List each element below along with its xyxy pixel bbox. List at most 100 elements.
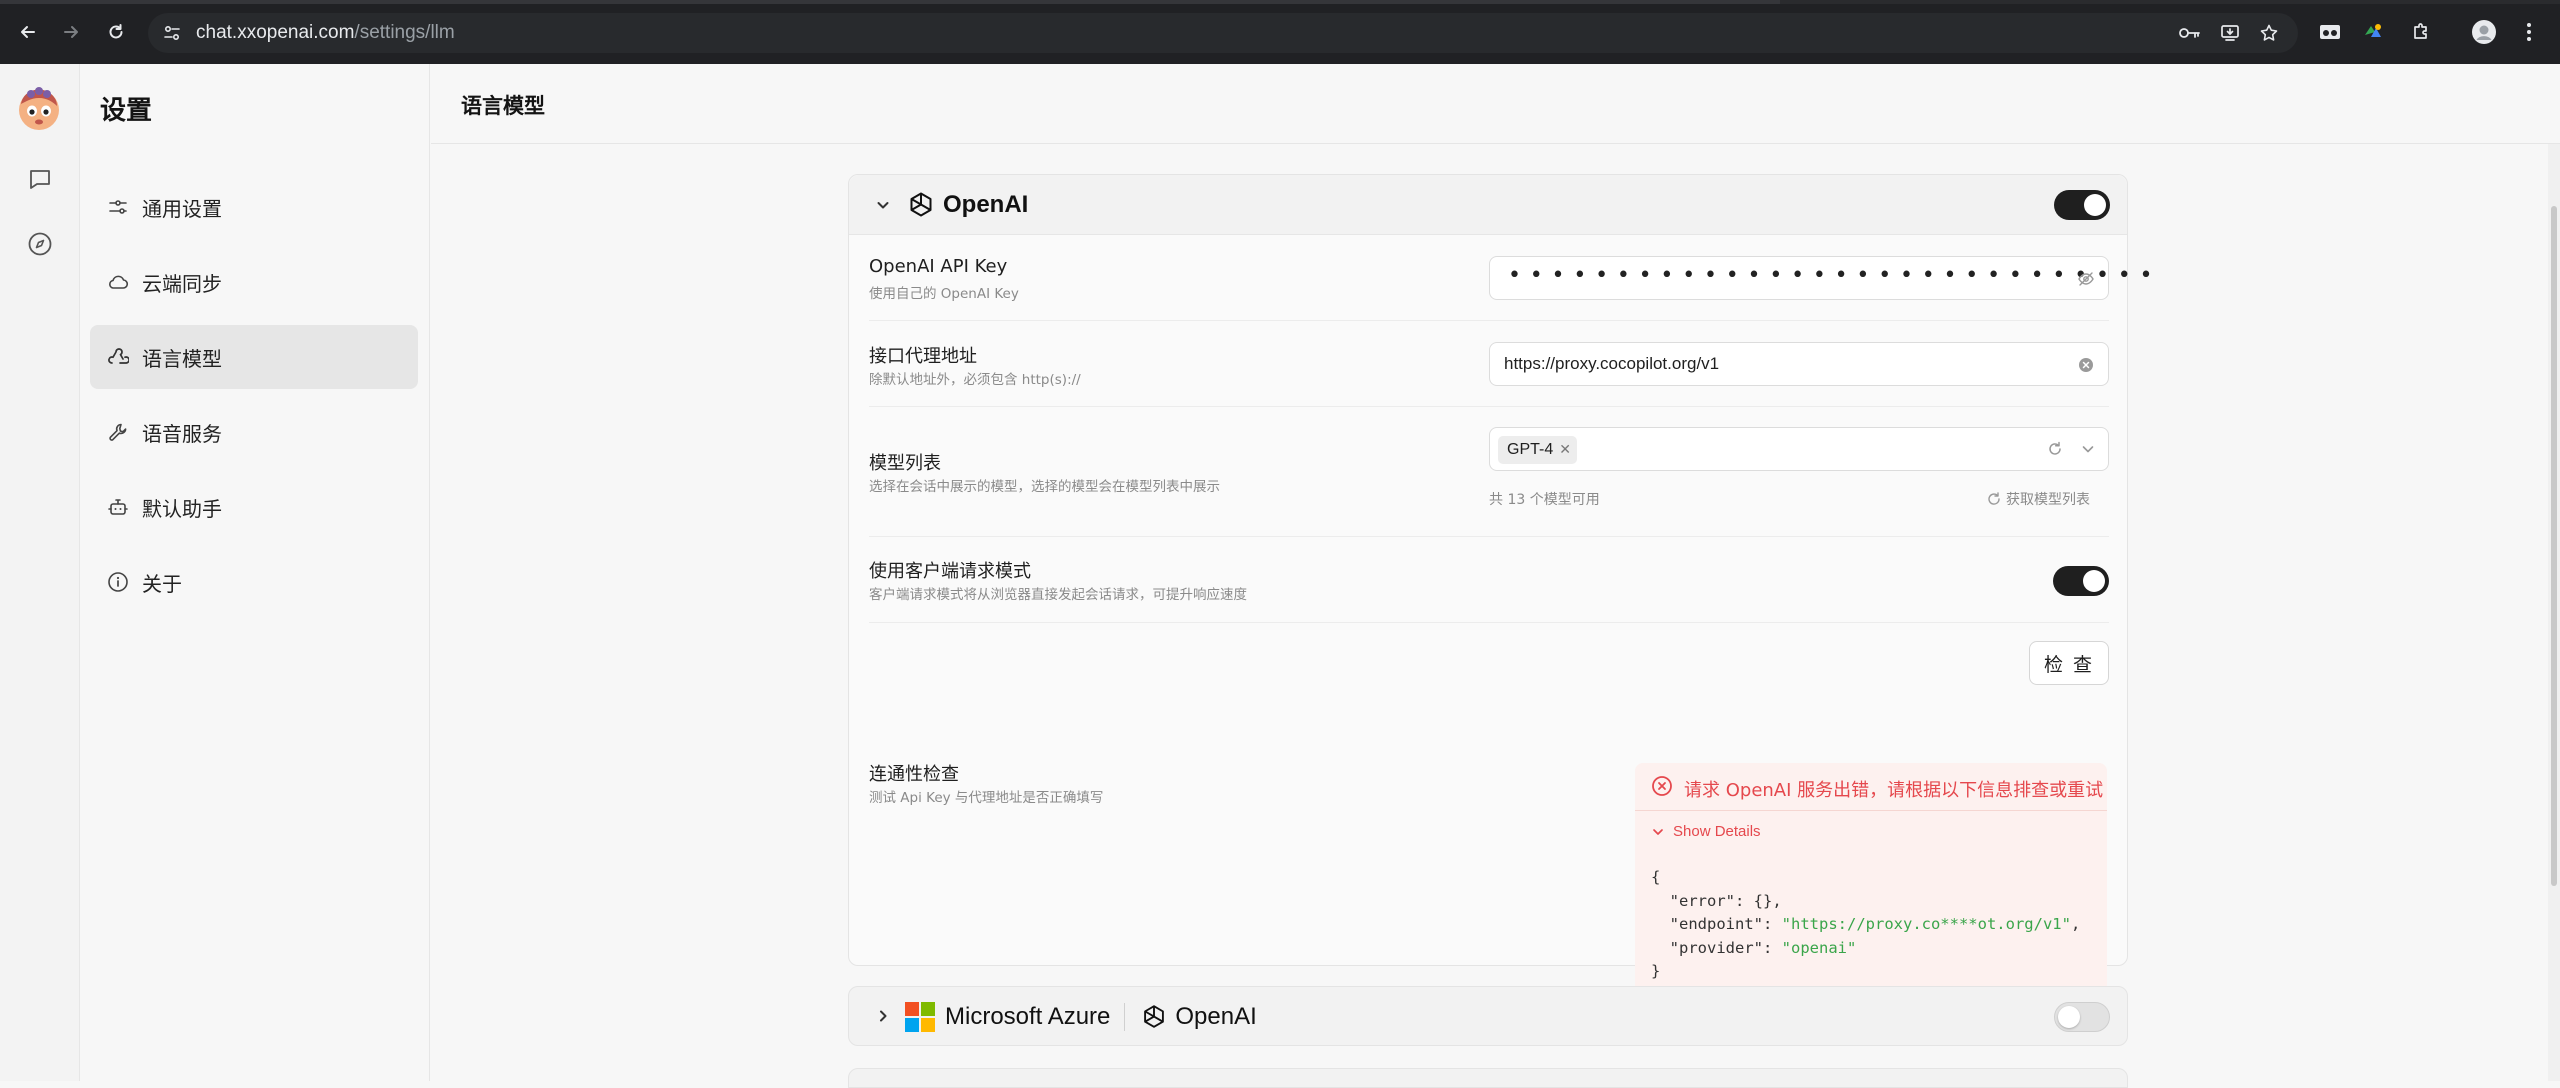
password-key-icon[interactable]: [2178, 21, 2202, 45]
bot-icon: [106, 495, 130, 519]
azure-enable-toggle[interactable]: [2054, 1002, 2110, 1032]
scrollbar-thumb[interactable]: [2551, 206, 2557, 886]
check-connectivity-button[interactable]: 检 查: [2029, 641, 2109, 685]
sidebar-item-label: 语言模型: [142, 346, 222, 371]
install-app-icon[interactable]: [2218, 21, 2242, 45]
proxy-label: 接口代理地址: [869, 346, 977, 367]
sidebar-item-default-assistant[interactable]: 默认助手: [90, 475, 418, 539]
json-val-provider: "openai": [1781, 938, 1857, 957]
dropdown-chevron-icon[interactable]: [2080, 441, 2096, 461]
sidebar-item-general[interactable]: 通用设置: [90, 175, 418, 239]
sidebar-item-label: 默认助手: [142, 496, 222, 521]
azure-provider-card[interactable]: Microsoft Azure OpenAI: [848, 986, 2128, 1046]
sidebar-item-about[interactable]: 关于: [90, 550, 418, 614]
connectivity-label: 连通性检查: [869, 764, 959, 785]
colorful-extension-icon[interactable]: [2359, 18, 2387, 46]
provider-name: OpenAI: [943, 191, 1029, 218]
next-provider-card[interactable]: [848, 1068, 2128, 1088]
url-host: chat.xxopenai.com: [196, 22, 355, 43]
sidebar-item-voice-service[interactable]: 语音服务: [90, 400, 418, 464]
cloud-icon: [106, 270, 130, 294]
collapse-chevron-icon[interactable]: [871, 193, 895, 217]
azure-brand: Microsoft Azure OpenAI: [905, 1002, 1257, 1032]
sidebar-item-label: 语音服务: [142, 421, 222, 446]
sliders-icon: [106, 195, 130, 219]
incognito-extension-icon[interactable]: [2316, 18, 2344, 46]
chat-bubble-icon[interactable]: [24, 163, 56, 195]
user-avatar[interactable]: [15, 84, 63, 132]
client-mode-label: 使用客户端请求模式: [869, 561, 1031, 582]
sidebar-item-language-model[interactable]: 语言模型: [90, 325, 418, 389]
tab-strip: [0, 0, 2560, 4]
client-mode-desc: 客户端请求模式将从浏览器直接发起会话请求，可提升响应速度: [869, 587, 1247, 603]
refresh-icon[interactable]: [2046, 440, 2064, 462]
openai-logo-icon: [1144, 1005, 1165, 1028]
main-header: 语言模型: [431, 64, 2560, 144]
json-key-endpoint: "endpoint": [1669, 915, 1763, 933]
models-label: 模型列表: [869, 453, 941, 474]
clear-input-icon[interactable]: [2076, 355, 2096, 375]
openai-card-header[interactable]: OpenAI: [849, 175, 2127, 235]
tab-active-indicator: [0, 0, 1785, 4]
error-message: 请求 OpenAI 服务出错，请根据以下信息排查或重试: [1684, 780, 2104, 801]
models-row: 模型列表 选择在会话中展示的模型，选择的模型会在模型列表中展示 GPT-4 ✕ …: [869, 407, 2109, 537]
main-scrollbar[interactable]: [2548, 144, 2560, 1081]
openai-enable-toggle[interactable]: [2054, 190, 2110, 220]
json-close-brace: }: [1651, 962, 1661, 980]
api-key-input[interactable]: ••••••••••••••••••••••••••••••: [1489, 256, 2152, 300]
chevron-down-icon: [1653, 828, 1663, 835]
settings-sidebar: 设置 通用设置 云端同步 语言模型 语音服务 默认助手 关于: [80, 64, 430, 1081]
url-path: /settings/llm: [354, 22, 455, 43]
api-key-row: OpenAI API Key 使用自己的 OpenAI Key ••••••••…: [869, 235, 2152, 321]
arrow-left-icon: [21, 26, 35, 38]
model-tag: GPT-4 ✕: [1498, 436, 1577, 464]
error-circle-x-icon: [1652, 776, 1672, 796]
show-details-toggle[interactable]: Show Details: [1651, 823, 1761, 840]
toggle-knob: [2058, 1006, 2080, 1028]
client-mode-toggle[interactable]: [2053, 566, 2109, 596]
arrow-right-icon: [64, 26, 78, 38]
wrench-icon: [106, 420, 130, 444]
remove-tag-icon[interactable]: ✕: [1559, 442, 1571, 458]
brand-divider: [1124, 1003, 1126, 1031]
fetch-models-button[interactable]: 获取模型列表: [1986, 489, 2090, 509]
model-select[interactable]: GPT-4 ✕: [1489, 427, 2109, 471]
sidebar-item-label: 关于: [142, 571, 182, 596]
address-bar[interactable]: chat.xxopenai.com/settings/llm: [148, 13, 2298, 53]
json-key-error: "error": [1669, 891, 1735, 910]
proxy-url-value: https://proxy.cocopilot.org/v1: [1504, 354, 1720, 373]
show-details-label: Show Details: [1673, 823, 1761, 840]
reload-icon: [109, 24, 123, 39]
connectivity-error-panel: 请求 OpenAI 服务出错，请根据以下信息排查或重试 Show Details…: [1635, 763, 2107, 1008]
browser-menu-icon[interactable]: [2515, 18, 2543, 46]
reload-button[interactable]: [100, 16, 132, 48]
toggle-knob: [2083, 570, 2105, 592]
sidebar-item-label: 云端同步: [142, 271, 222, 296]
model-tag-label: GPT-4: [1507, 441, 1554, 458]
proxy-url-input[interactable]: https://proxy.cocopilot.org/v1: [1489, 342, 2109, 386]
site-info-icon[interactable]: [160, 21, 184, 45]
extensions-puzzle-icon[interactable]: [2407, 18, 2435, 46]
bookmark-star-icon[interactable]: [2257, 21, 2281, 45]
info-icon: [106, 570, 130, 594]
json-key-provider: "provider": [1669, 938, 1763, 957]
page-title: 语言模型: [461, 94, 545, 118]
model-count-text: 共 13 个模型可用: [1489, 492, 1600, 508]
fetch-models-label: 获取模型列表: [2006, 492, 2090, 508]
webhook-icon: [106, 345, 130, 369]
forward-button[interactable]: [55, 16, 87, 48]
json-val-endpoint: "https://proxy.co****ot.org/v1": [1781, 915, 2071, 933]
api-key-desc: 使用自己的 OpenAI Key: [869, 286, 1019, 302]
back-button[interactable]: [12, 16, 44, 48]
microsoft-logo-icon: [905, 1002, 935, 1032]
sidebar-item-cloud-sync[interactable]: 云端同步: [90, 250, 418, 314]
expand-chevron-icon[interactable]: [871, 1004, 895, 1028]
browser-toolbar: chat.xxopenai.com/settings/llm: [0, 0, 2560, 64]
tab-inactive-indicator: [1780, 0, 2560, 4]
error-details-json: { "error": {}, "endpoint": "https://prox…: [1651, 868, 2081, 980]
api-key-masked-value: ••••••••••••••••••••••••••••••: [1508, 263, 2162, 288]
profile-avatar[interactable]: [2470, 18, 2498, 46]
url-text[interactable]: chat.xxopenai.com/settings/llm: [196, 22, 455, 44]
compass-icon[interactable]: [24, 228, 56, 260]
eye-off-icon[interactable]: [2076, 269, 2096, 289]
